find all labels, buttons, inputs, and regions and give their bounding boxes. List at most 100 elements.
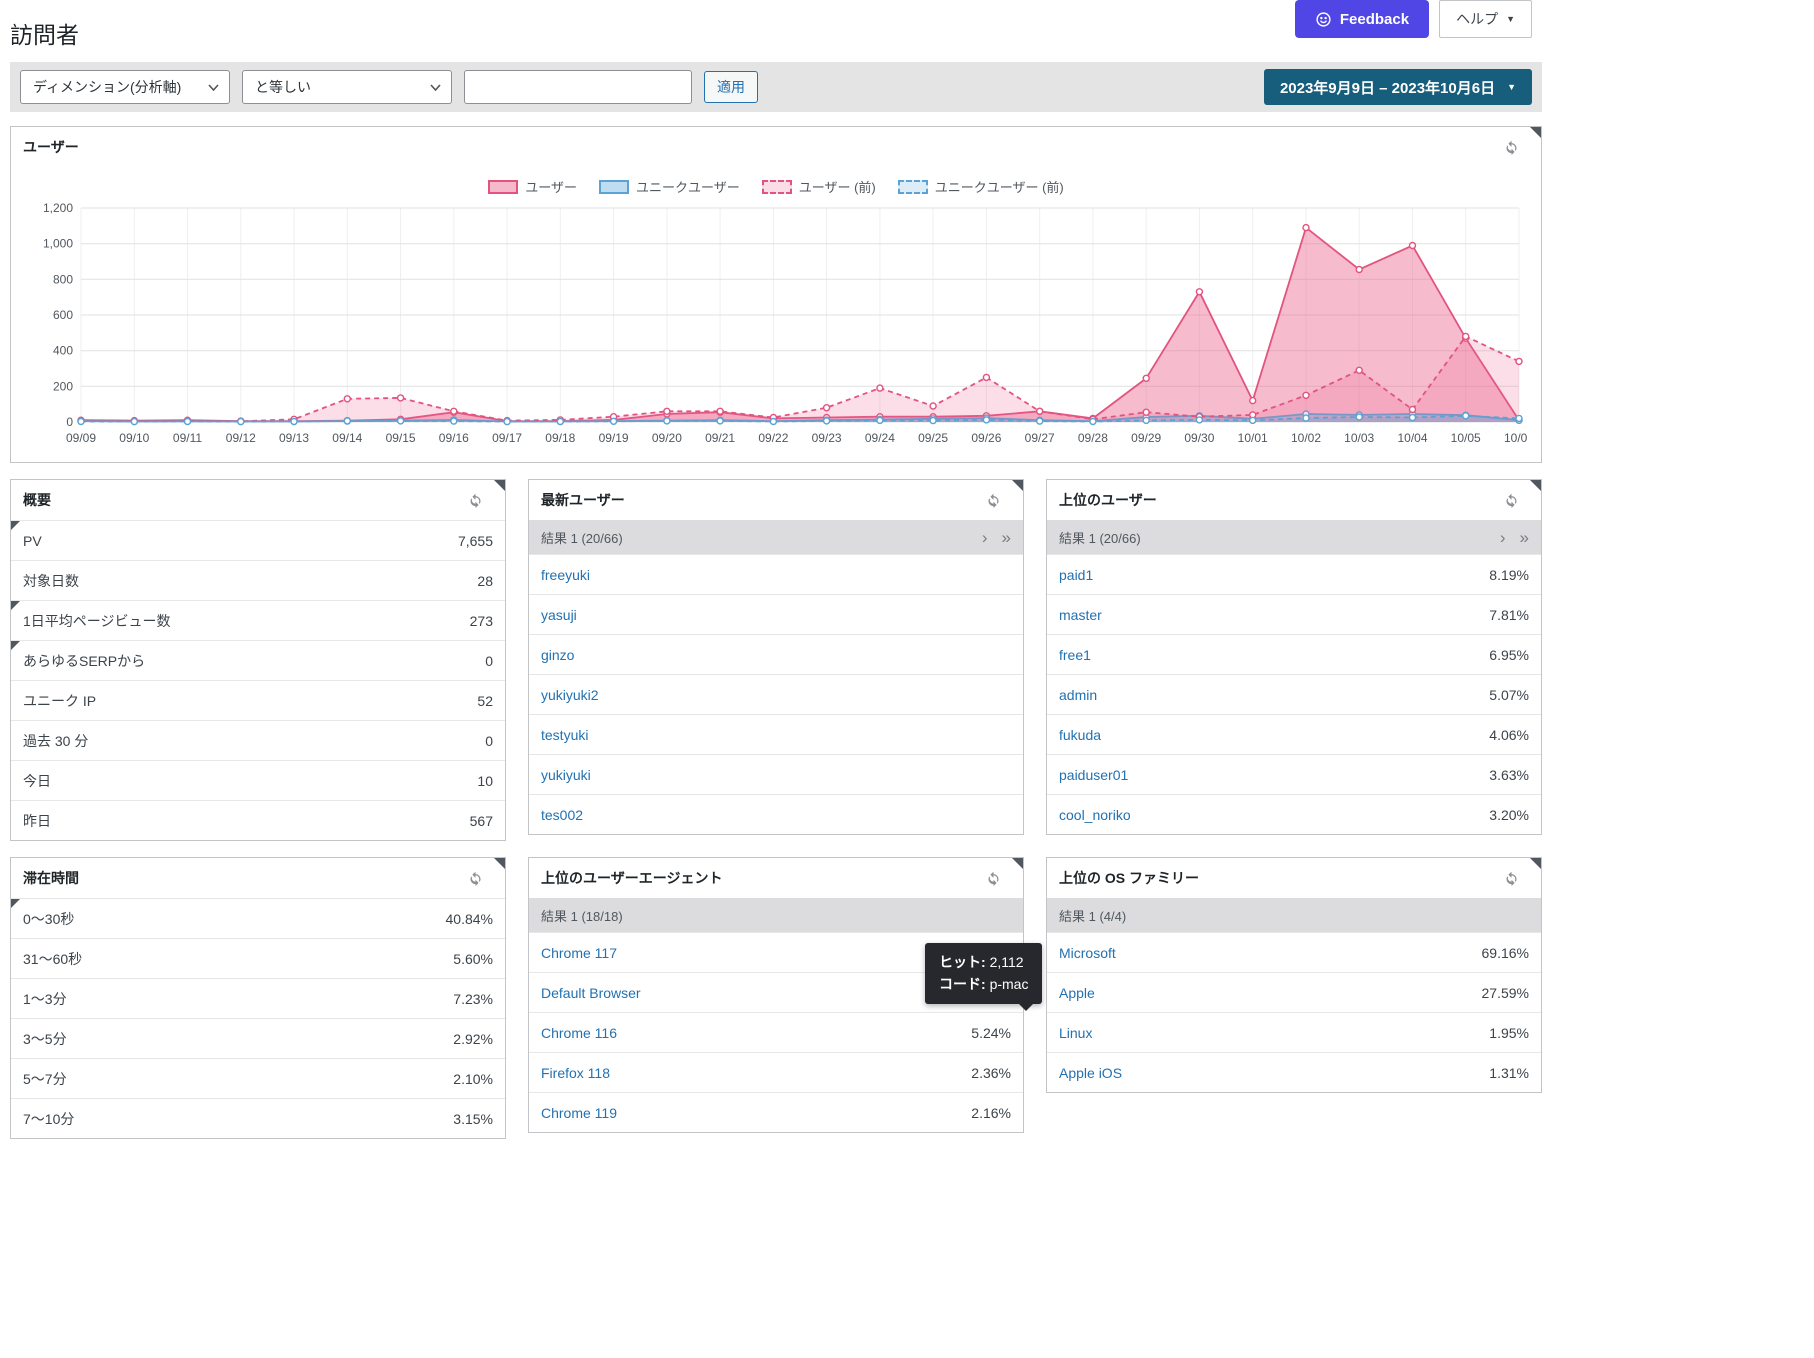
svg-text:1,000: 1,000 [43,237,73,251]
table-row: testyuki [529,714,1023,754]
row-link[interactable]: paiduser01 [1059,767,1128,783]
users-area-chart: 09/0909/1009/1109/1209/1309/1409/1509/16… [23,202,1527,454]
filter-value-input[interactable] [464,70,692,104]
panel-header: 上位の OS ファミリー [1047,858,1541,898]
page: 訪問者 Feedback ヘルプ ▼ ディメンショ [0,0,1542,1139]
last-page-icon[interactable]: » [1002,529,1011,546]
row-value: 69.16% [1482,945,1529,961]
panel-title: 滞在時間 [23,868,79,888]
row-link[interactable]: paid1 [1059,567,1093,583]
table-row: paid18.19% [1047,554,1541,594]
row-link[interactable]: Firefox 118 [541,1065,610,1081]
svg-text:10/03: 10/03 [1344,431,1374,445]
row-label: 今日 [23,771,51,791]
top-actions: Feedback ヘルプ ▼ [1295,0,1532,38]
svg-text:09/19: 09/19 [599,431,629,445]
row-link[interactable]: yukiyuki2 [541,687,599,703]
refresh-icon[interactable] [468,493,483,508]
row-link[interactable]: Microsoft [1059,945,1116,961]
results-count: 結果 1 (4/4) [1059,906,1126,925]
legend-item[interactable]: ユニークユーザー (前) [898,177,1064,196]
row-link[interactable]: Linux [1059,1025,1092,1041]
row-link[interactable]: Apple iOS [1059,1065,1122,1081]
legend-item[interactable]: ユニークユーザー [599,177,740,196]
table-row: 今日 10 [11,760,505,800]
table-row: yasuji [529,594,1023,634]
row-link[interactable]: yasuji [541,607,577,623]
panel-title: 上位の OS ファミリー [1059,868,1199,888]
row-link[interactable]: free1 [1059,647,1091,663]
panel-top-users: 上位のユーザー 結果 1 (20/66) › » paid18.19%maste… [1046,479,1542,835]
table-row: 1〜3分7.23% [11,978,505,1018]
row-link[interactable]: Chrome 119 [541,1105,617,1121]
svg-text:800: 800 [53,272,73,286]
svg-text:09/20: 09/20 [652,431,682,445]
chevron-down-icon: ▼ [1507,83,1516,92]
panel-corner-handle [1530,127,1541,138]
legend-label: ユーザー (前) [799,177,876,196]
refresh-icon[interactable] [468,871,483,886]
row-value: 2.10% [453,1071,493,1087]
row-link[interactable]: freeyuki [541,567,590,583]
row-value: 2.92% [453,1031,493,1047]
next-page-icon[interactable]: › [982,529,988,546]
apply-button[interactable]: 適用 [704,71,758,103]
row-value: 3.63% [1489,767,1529,783]
table-row: tes002 [529,794,1023,834]
date-range-label: 2023年9月9日 – 2023年10月6日 [1280,77,1495,98]
last-page-icon[interactable]: » [1520,529,1529,546]
tooltip-code-line: コード: p-mac [939,974,1028,996]
row-link[interactable]: yukiyuki [541,767,591,783]
row-link[interactable]: Apple [1059,985,1095,1001]
svg-text:10/01: 10/01 [1238,431,1268,445]
legend-label: ユニークユーザー [636,177,740,196]
row-link[interactable]: ginzo [541,647,574,663]
legend-item[interactable]: ユーザー [488,177,577,196]
svg-text:09/13: 09/13 [279,431,309,445]
svg-text:10/06: 10/06 [1504,431,1527,445]
row-link[interactable]: Default Browser [541,985,641,1001]
panel-title: 概要 [23,490,51,510]
row-link[interactable]: fukuda [1059,727,1101,743]
feedback-button[interactable]: Feedback [1295,0,1429,38]
next-page-icon[interactable]: › [1500,529,1506,546]
topbar: 訪問者 Feedback ヘルプ ▼ [10,0,1532,62]
row-label: 0〜30秒 [23,909,74,929]
table-row: PV7,655 [11,520,505,560]
help-button[interactable]: ヘルプ ▼ [1439,0,1532,38]
results-count: 結果 1 (20/66) [541,528,623,547]
panel-header: 上位のユーザー [1047,480,1541,520]
table-row: yukiyuki2 [529,674,1023,714]
page-title: 訪問者 [10,16,79,50]
refresh-icon[interactable] [1504,871,1519,886]
panel-header: 概要 [11,480,505,520]
svg-text:09/22: 09/22 [758,431,788,445]
table-row: cool_noriko3.20% [1047,794,1541,834]
tooltip-code-value: p-mac [990,976,1029,992]
panel-corner-handle [1530,858,1541,869]
results-bar: 結果 1 (20/66) › » [529,520,1023,554]
date-range-button[interactable]: 2023年9月9日 – 2023年10月6日 ▼ [1264,69,1532,105]
row-link[interactable]: Chrome 116 [541,1025,617,1041]
row-link[interactable]: Chrome 117 [541,945,617,961]
row-link[interactable]: cool_noriko [1059,807,1131,823]
refresh-icon[interactable] [1504,493,1519,508]
legend-swatch [762,180,792,194]
tooltip-code-label: コード: [939,976,986,992]
row-link[interactable]: tes002 [541,807,583,823]
row-value: 4.06% [1489,727,1529,743]
svg-text:10/05: 10/05 [1451,431,1481,445]
refresh-icon[interactable] [986,871,1001,886]
row-link[interactable]: admin [1059,687,1097,703]
row-value: 10 [477,773,493,789]
dimension-select[interactable]: ディメンション(分析軸) [20,70,230,104]
row-value: 7.23% [453,991,493,1007]
operator-select[interactable]: と等しい [242,70,452,104]
legend-item[interactable]: ユーザー (前) [762,177,876,196]
svg-text:09/21: 09/21 [705,431,735,445]
row-link[interactable]: master [1059,607,1102,623]
row-value: 7.81% [1489,607,1529,623]
row-link[interactable]: testyuki [541,727,588,743]
refresh-icon[interactable] [986,493,1001,508]
refresh-icon[interactable] [1504,140,1519,155]
